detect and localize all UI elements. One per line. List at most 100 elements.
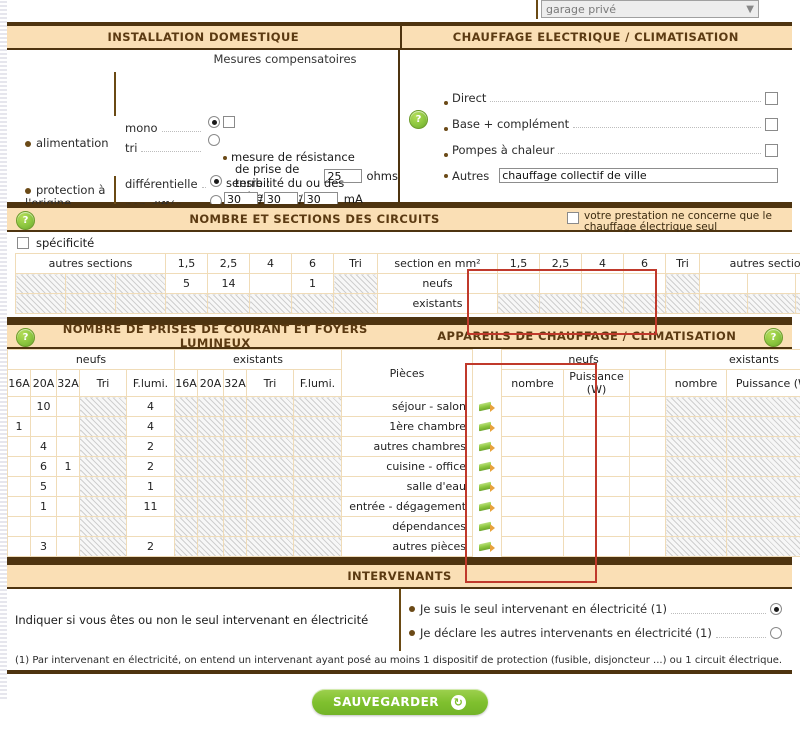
edit-pencil-icon[interactable] (473, 517, 502, 537)
cell-neufs-20a-3[interactable]: 6 (31, 457, 57, 477)
cell-app-neufs-puissance-4[interactable] (564, 477, 630, 497)
cell-neufs-16a-1[interactable]: 1 (8, 417, 31, 437)
cell-existants-tri-3[interactable] (247, 457, 294, 477)
cell-existants-32a-3[interactable] (224, 457, 247, 477)
cell-neufs-16a-2[interactable] (8, 437, 31, 457)
cell-app-neufs-puissance-1[interactable] (564, 417, 630, 437)
cell-existants-flumi-2[interactable] (294, 437, 342, 457)
cell-neufs-32a-4[interactable] (57, 477, 80, 497)
cell-neufs-tri-6[interactable] (80, 517, 127, 537)
help-icon[interactable]: ? (764, 328, 783, 347)
cell-existants-left-tri[interactable] (334, 294, 378, 314)
radio-mono[interactable] (208, 116, 220, 128)
cell-neufs-20a-4[interactable]: 5 (31, 477, 57, 497)
cell-neufs-16a-3[interactable] (8, 457, 31, 477)
cell-app-neufs-nombre-0[interactable] (502, 397, 564, 417)
cell-app-neufs-nombre-6[interactable] (502, 517, 564, 537)
cell-neufs-right-25[interactable] (540, 274, 582, 294)
cell-app-neufs-extra-7[interactable] (630, 537, 666, 557)
cell-existants-20a-5[interactable] (198, 497, 224, 517)
cell-existants-tri-6[interactable] (247, 517, 294, 537)
cell-app-existants-nombre-2[interactable] (666, 437, 727, 457)
cell-app-neufs-puissance-2[interactable] (564, 437, 630, 457)
edit-pencil-icon[interactable] (473, 457, 502, 477)
cell-app-existants-puissance-4[interactable] (727, 477, 800, 497)
cell-existants-32a-7[interactable] (224, 537, 247, 557)
cell-neufs-left-25[interactable]: 14 (208, 274, 250, 294)
cell-existants-32a-2[interactable] (224, 437, 247, 457)
cell-neufs-autres-1[interactable] (16, 274, 66, 294)
cell-existants-tri-0[interactable] (247, 397, 294, 417)
checkbox-specificite[interactable] (17, 237, 29, 249)
cell-neufs-flumi-6[interactable] (127, 517, 175, 537)
cell-neufs-16a-0[interactable] (8, 397, 31, 417)
edit-pencil-icon[interactable] (473, 497, 502, 517)
intervenant-option-1[interactable]: Je suis le seul intervenant en électrici… (409, 597, 792, 621)
cell-existants-16a-6[interactable] (175, 517, 198, 537)
cell-app-neufs-extra-4[interactable] (630, 477, 666, 497)
cell-existants-right-15[interactable] (498, 294, 540, 314)
cell-existants-32a-5[interactable] (224, 497, 247, 517)
cell-app-neufs-nombre-5[interactable] (502, 497, 564, 517)
cell-existants-20a-6[interactable] (198, 517, 224, 537)
cell-existants-20a-0[interactable] (198, 397, 224, 417)
cell-neufs-16a-6[interactable] (8, 517, 31, 537)
cell-existants-right-autres-1[interactable] (700, 294, 748, 314)
cell-app-neufs-puissance-0[interactable] (564, 397, 630, 417)
cell-existants-20a-2[interactable] (198, 437, 224, 457)
cell-existants-flumi-5[interactable] (294, 497, 342, 517)
checkbox-base-complement[interactable] (765, 118, 778, 131)
cell-app-existants-puissance-5[interactable] (727, 497, 800, 517)
cell-neufs-tri-0[interactable] (80, 397, 127, 417)
cell-existants-flumi-1[interactable] (294, 417, 342, 437)
cell-existants-flumi-4[interactable] (294, 477, 342, 497)
cell-neufs-tri-5[interactable] (80, 497, 127, 517)
cell-app-neufs-puissance-5[interactable] (564, 497, 630, 517)
cell-neufs-flumi-5[interactable]: 11 (127, 497, 175, 517)
help-icon[interactable]: ? (409, 110, 428, 129)
cell-neufs-tri-3[interactable] (80, 457, 127, 477)
edit-pencil-icon[interactable] (473, 417, 502, 437)
cell-existants-flumi-6[interactable] (294, 517, 342, 537)
cell-neufs-32a-2[interactable] (57, 437, 80, 457)
cell-app-neufs-nombre-2[interactable] (502, 437, 564, 457)
cell-neufs-20a-1[interactable] (31, 417, 57, 437)
cell-existants-left-4[interactable] (250, 294, 292, 314)
usage-select[interactable]: garage privé ▼ (541, 0, 759, 18)
cell-app-neufs-nombre-1[interactable] (502, 417, 564, 437)
checkbox-chauffage-seul[interactable] (567, 212, 579, 224)
cell-neufs-autres-2[interactable] (66, 274, 116, 294)
cell-neufs-left-15[interactable]: 5 (166, 274, 208, 294)
cell-app-neufs-extra-6[interactable] (630, 517, 666, 537)
cell-existants-20a-4[interactable] (198, 477, 224, 497)
cell-neufs-flumi-1[interactable]: 4 (127, 417, 175, 437)
cell-neufs-16a-5[interactable] (8, 497, 31, 517)
cell-neufs-32a-1[interactable] (57, 417, 80, 437)
cell-neufs-20a-0[interactable]: 10 (31, 397, 57, 417)
cell-existants-20a-1[interactable] (198, 417, 224, 437)
cell-neufs-20a-6[interactable] (31, 517, 57, 537)
cell-existants-16a-5[interactable] (175, 497, 198, 517)
cell-app-existants-nombre-0[interactable] (666, 397, 727, 417)
cell-app-existants-nombre-6[interactable] (666, 517, 727, 537)
cell-existants-left-25[interactable] (208, 294, 250, 314)
cell-existants-right-4[interactable] (582, 294, 624, 314)
cell-app-neufs-puissance-6[interactable] (564, 517, 630, 537)
cell-neufs-right-6[interactable] (624, 274, 666, 294)
cell-existants-right-autres-2[interactable] (748, 294, 796, 314)
cell-neufs-autres-3[interactable] (116, 274, 166, 294)
cell-app-existants-nombre-3[interactable] (666, 457, 727, 477)
cell-app-neufs-puissance-3[interactable] (564, 457, 630, 477)
radio-differentielle[interactable] (210, 175, 222, 187)
cell-neufs-32a-3[interactable]: 1 (57, 457, 80, 477)
cell-existants-tri-1[interactable] (247, 417, 294, 437)
cell-existants-tri-7[interactable] (247, 537, 294, 557)
cell-existants-32a-6[interactable] (224, 517, 247, 537)
cell-existants-tri-5[interactable] (247, 497, 294, 517)
cell-app-existants-puissance-2[interactable] (727, 437, 800, 457)
cell-existants-16a-1[interactable] (175, 417, 198, 437)
cell-neufs-left-6[interactable]: 1 (292, 274, 334, 294)
cell-app-existants-puissance-3[interactable] (727, 457, 800, 477)
cell-neufs-32a-0[interactable] (57, 397, 80, 417)
prestation-chauffage-seul-row[interactable]: votre prestation ne concerne que le chau… (567, 211, 782, 233)
